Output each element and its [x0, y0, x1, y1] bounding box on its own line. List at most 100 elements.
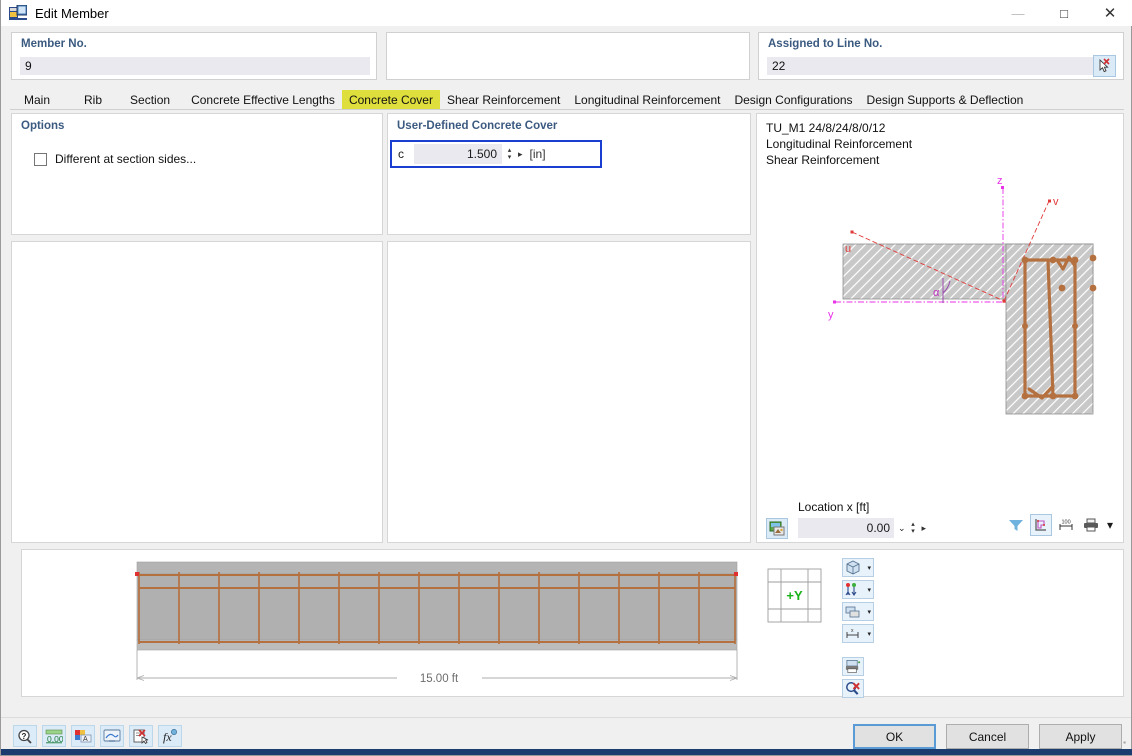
tab-section[interactable]: Section [116, 90, 184, 109]
axis-label-v: v [1053, 196, 1059, 208]
edit-member-icon [9, 5, 27, 21]
zoom-reset-icon[interactable] [842, 679, 864, 698]
options-panel-title: Options [21, 120, 65, 132]
formula-icon[interactable]: fx [158, 725, 182, 747]
section-image-icon[interactable] [766, 517, 788, 539]
close-button[interactable]: ✕ [1087, 0, 1132, 26]
print-graphic-icon[interactable] [842, 657, 864, 676]
cross-section-drawing: z y u v α [828, 175, 1097, 415]
location-x-dropdown-caret[interactable]: ⌄ [898, 523, 906, 534]
location-stepper-up-icon[interactable]: ▴ [911, 521, 915, 528]
options-panel: Options Different at section sides... [11, 113, 383, 235]
beam-elevation-drawing: 15.00 ft [135, 561, 738, 685]
tab-underline [10, 109, 1124, 110]
dimension-style-dropdown-caret[interactable]: ▾ [867, 630, 871, 638]
print-dropdown-caret[interactable]: ▾ [1105, 514, 1115, 536]
location-stepper-down-icon[interactable]: ▾ [911, 528, 915, 535]
axis-display-icon[interactable]: ▾ [842, 580, 874, 599]
angle-label-alpha: α [933, 287, 940, 299]
svg-text:?: ? [22, 732, 27, 741]
tab-design-configurations[interactable]: Design Configurations [727, 90, 859, 109]
assigned-line-panel: Assigned to Line No. 22 [758, 32, 1124, 80]
render-mode-icon[interactable]: ▾ [842, 558, 874, 577]
cover-extra-panel [387, 241, 751, 543]
location-x-row: 0.00 ⌄ ▴ ▾ ▸ [766, 517, 926, 539]
help-icon[interactable]: ? [13, 725, 37, 747]
edit-member-dialog: Edit Member — □ ✕ Member No. 9 Assigned … [0, 0, 1132, 756]
status-bar [1, 749, 1132, 755]
member-no-field[interactable]: 9 [20, 57, 370, 75]
tab-main[interactable]: Main [10, 90, 70, 109]
concrete-cover-stepper[interactable]: ▴ ▾ [506, 146, 513, 162]
concrete-cover-arrow-icon[interactable]: ▸ [518, 149, 523, 160]
view-style-icon[interactable]: ▾ [842, 602, 874, 621]
svg-text:fx: fx [163, 730, 172, 744]
section-info-line-3: Shear Reinforcement [766, 153, 880, 167]
axis-display-dropdown-caret[interactable]: ▾ [867, 586, 871, 594]
location-x-label: Location x [ft] [798, 500, 870, 514]
header-middle-panel [386, 32, 750, 80]
location-x-stepper[interactable]: ▴ ▾ [910, 520, 917, 536]
member-no-label: Member No. [21, 38, 87, 50]
window-controls: — □ ✕ [995, 0, 1132, 26]
section-info-text: TU_M1 24/8/24/8/0/12 Longitudinal Reinfo… [766, 120, 912, 168]
axis-label-u: u [845, 243, 851, 255]
clear-icon[interactable] [129, 725, 153, 747]
section-graphic-panel[interactable]: TU_M1 24/8/24/8/0/12 Longitudinal Reinfo… [756, 113, 1124, 543]
dimension-icon[interactable]: 100 [1055, 514, 1077, 536]
cancel-button[interactable]: Cancel [946, 724, 1029, 749]
render-view-icon[interactable] [100, 725, 124, 747]
assigned-line-field[interactable]: 22 [767, 57, 1095, 75]
footer-toolbar: ? 0,00 A fx [13, 725, 182, 747]
svg-text:A: A [83, 736, 88, 743]
concrete-cover-symbol: c [398, 147, 404, 161]
svg-text:x: x [851, 628, 854, 634]
graphic-toolbar: 100 ▾ [1005, 514, 1115, 536]
assigned-line-label: Assigned to Line No. [768, 38, 883, 50]
member-elevation-panel[interactable]: 15.00 ft +Y ▾ ▾ ▾ x ▾ [21, 549, 1124, 698]
dimension-style-icon[interactable]: x ▾ [842, 624, 874, 643]
tab-longitudinal-reinforcement[interactable]: Longitudinal Reinforcement [567, 90, 727, 109]
tab-concrete-effective-lengths[interactable]: Concrete Effective Lengths [184, 90, 342, 109]
location-x-input[interactable]: 0.00 [798, 518, 894, 538]
axis-orientation-widget[interactable]: +Y [767, 568, 822, 623]
apply-button[interactable]: Apply [1039, 724, 1122, 749]
tab-design-supports-deflection[interactable]: Design Supports & Deflection [860, 90, 1031, 109]
stepper-up-icon[interactable]: ▴ [508, 147, 512, 154]
different-at-section-sides-row[interactable]: Different at section sides... [34, 152, 196, 166]
different-at-section-sides-label: Different at section sides... [55, 152, 197, 166]
section-info-line-2: Longitudinal Reinforcement [766, 137, 913, 151]
tab-concrete-cover[interactable]: Concrete Cover [341, 90, 440, 109]
window-title: Edit Member [35, 5, 109, 21]
resize-grip[interactable]: ▪ [1123, 738, 1126, 747]
tab-rib[interactable]: Rib [70, 90, 116, 109]
minimize-button[interactable]: — [995, 0, 1041, 26]
ok-button[interactable]: OK [853, 724, 936, 749]
tab-bar: Main Rib Section Concrete Effective Leng… [10, 90, 1124, 109]
beam-length-dimension: 15.00 ft [420, 673, 459, 685]
different-at-section-sides-checkbox[interactable] [34, 152, 47, 166]
display-properties-icon[interactable]: A [71, 725, 95, 747]
options-extra-panel [11, 241, 383, 543]
axis-orientation-label: +Y [786, 588, 803, 603]
concrete-cover-input[interactable]: 1.500 [414, 144, 502, 164]
print-icon[interactable] [1080, 514, 1102, 536]
cover-panel-title: User-Defined Concrete Cover [397, 120, 558, 132]
units-icon[interactable]: 0,00 [42, 725, 66, 747]
member-no-panel: Member No. 9 [11, 32, 377, 80]
section-info-line-1: TU_M1 24/8/24/8/0/12 [766, 121, 886, 135]
stepper-down-icon[interactable]: ▾ [508, 154, 512, 161]
axis-label-y: y [828, 309, 834, 321]
tab-shear-reinforcement[interactable]: Shear Reinforcement [440, 90, 567, 109]
filter-icon[interactable] [1005, 514, 1027, 536]
axis-label-z: z [997, 175, 1003, 187]
pick-cursor-icon[interactable] [1093, 55, 1116, 77]
section-axes-icon[interactable] [1030, 514, 1052, 536]
user-defined-concrete-cover-panel: User-Defined Concrete Cover c 1.500 ▴ ▾ … [387, 113, 751, 235]
view-style-dropdown-caret[interactable]: ▾ [867, 608, 871, 616]
concrete-cover-field-group[interactable]: c 1.500 ▴ ▾ ▸ [in] [390, 140, 602, 168]
render-mode-dropdown-caret[interactable]: ▾ [867, 564, 871, 572]
location-x-arrow-icon[interactable]: ▸ [922, 523, 927, 534]
maximize-button[interactable]: □ [1041, 0, 1087, 26]
title-bar: Edit Member — □ ✕ [1, 0, 1132, 26]
